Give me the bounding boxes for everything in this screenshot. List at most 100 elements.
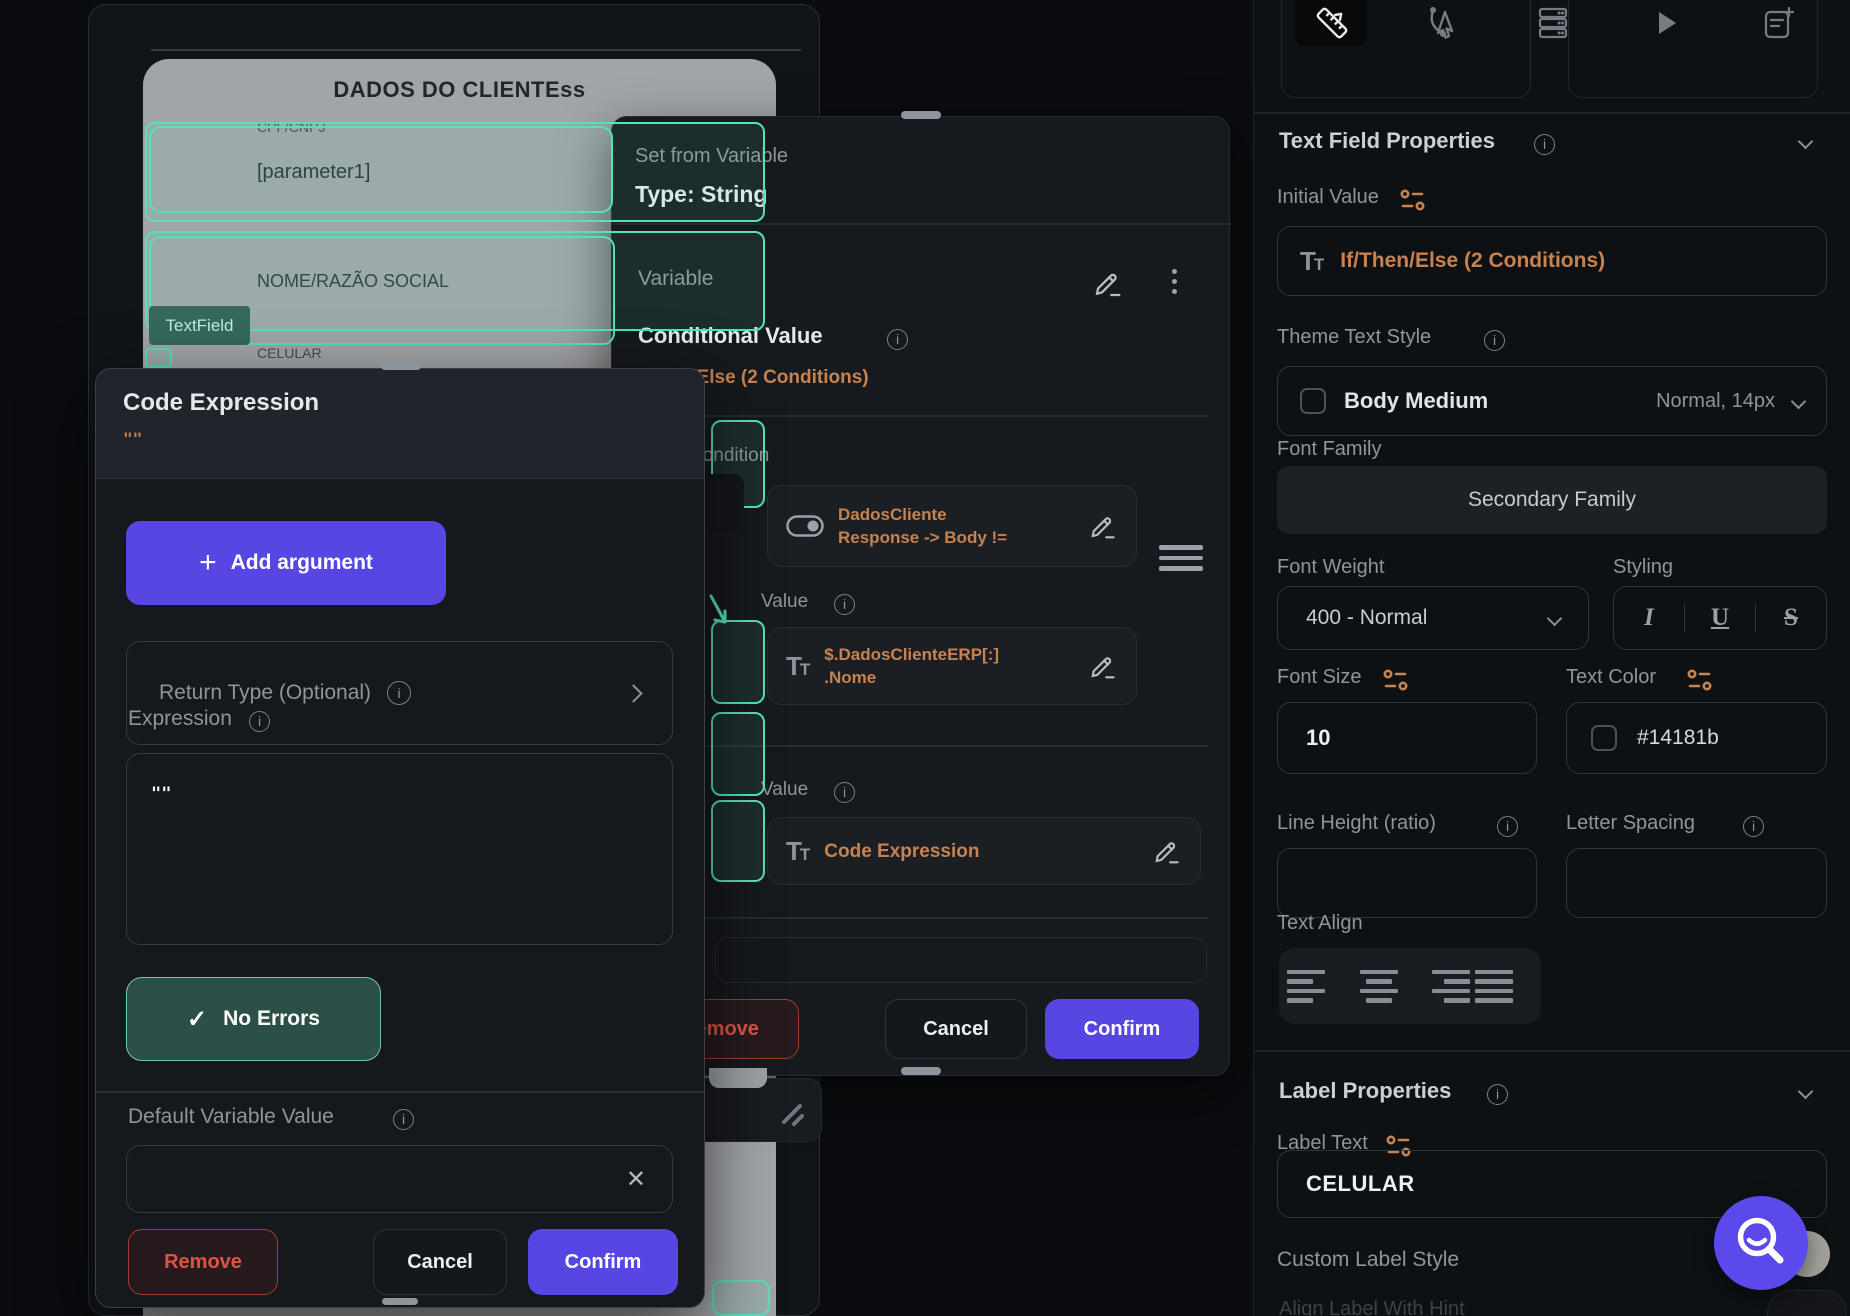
modal-divider: [96, 1091, 705, 1093]
resize-handle-icon[interactable]: [770, 1092, 814, 1141]
line-height-info-icon[interactable]: [1497, 816, 1518, 837]
edit-conditional-icon[interactable]: [1092, 267, 1124, 304]
selection-fragment-5: [711, 800, 765, 882]
font-family-button[interactable]: Secondary Family: [1277, 466, 1827, 534]
help-fab[interactable]: [1714, 1196, 1808, 1290]
text-color-checkbox[interactable]: [1591, 725, 1617, 751]
initial-value-label: Initial Value: [1277, 186, 1379, 209]
no-errors-badge: ✓ No Errors: [126, 977, 381, 1061]
popover-cancel-button[interactable]: Cancel: [885, 999, 1027, 1059]
modal-drag-handle[interactable]: [381, 362, 421, 370]
initial-value-text: If/Then/Else (2 Conditions): [1340, 249, 1605, 273]
more-options-icon[interactable]: [1172, 269, 1177, 274]
popover-divider-4: [701, 917, 1208, 919]
align-center-button[interactable]: [1350, 957, 1408, 1015]
value-chip-then[interactable]: TT $.DadosClienteERP[:] .Nome: [767, 627, 1137, 705]
popover-bottom-handle[interactable]: [901, 1067, 941, 1075]
backend-database-icon[interactable]: [1534, 4, 1572, 47]
font-weight-value: 400 - Normal: [1306, 606, 1427, 630]
toggle-type-icon: [786, 514, 824, 538]
font-size-variable-icon[interactable]: [1382, 668, 1410, 697]
value1-info-icon[interactable]: [834, 594, 855, 615]
modal-subtitle: "": [123, 429, 142, 448]
default-value-info-icon[interactable]: [393, 1109, 414, 1130]
underline-button[interactable]: U: [1685, 604, 1756, 632]
theme-text-style-checkbox[interactable]: [1300, 388, 1326, 414]
initial-value-field[interactable]: TT If/Then/Else (2 Conditions): [1277, 226, 1827, 296]
popover-divider-3: [701, 745, 1208, 747]
value-chip-else[interactable]: TT Code Expression: [767, 817, 1201, 885]
label-text-value: CELULAR: [1306, 1171, 1415, 1197]
expression-label: Expression: [128, 707, 232, 731]
selection-input-cpf[interactable]: [149, 126, 613, 213]
label-properties-title: Label Properties: [1279, 1078, 1451, 1104]
modal-bottom-handle[interactable]: [382, 1298, 418, 1305]
theme-text-style-detail: Normal, 14px: [1656, 390, 1775, 413]
align-justify-button[interactable]: [1475, 957, 1533, 1015]
canvas-form-fragment: [709, 1068, 767, 1088]
font-weight-select[interactable]: 400 - Normal: [1277, 586, 1589, 650]
add-argument-button[interactable]: + Add argument: [126, 521, 446, 605]
expression-textarea[interactable]: "": [126, 753, 673, 945]
align-left-button[interactable]: [1287, 957, 1345, 1015]
popover-confirm-button[interactable]: Confirm: [1045, 999, 1199, 1059]
font-weight-chevron-icon: [1547, 610, 1563, 626]
text-color-label: Text Color: [1566, 666, 1656, 689]
letter-spacing-info-icon[interactable]: [1743, 816, 1764, 837]
theme-text-style-label: Theme Text Style: [1277, 326, 1431, 349]
edit-condition-icon[interactable]: [1088, 511, 1118, 541]
selection-fragment-3: [711, 620, 765, 704]
font-size-input[interactable]: 10: [1277, 702, 1537, 774]
search-smile-icon: [1728, 1210, 1794, 1276]
sidebar-divider-top: [1254, 112, 1850, 114]
form-title: DADOS DO CLIENTEss: [143, 77, 776, 103]
modal-confirm-button[interactable]: Confirm: [528, 1229, 678, 1295]
styling-label: Styling: [1613, 556, 1673, 579]
reorder-condition-handle[interactable]: [1159, 545, 1203, 577]
theme-text-style-name: Body Medium: [1344, 388, 1488, 414]
letter-spacing-input[interactable]: [1566, 848, 1827, 918]
theme-text-style-field[interactable]: Body Medium Normal, 14px: [1277, 366, 1827, 436]
default-value-input[interactable]: ✕: [126, 1145, 673, 1213]
value1-label: Value: [761, 591, 808, 613]
letter-spacing-label: Letter Spacing: [1566, 812, 1695, 835]
value2-label: Value: [761, 779, 808, 801]
popover-drag-handle[interactable]: [901, 111, 941, 119]
strikethrough-button[interactable]: S: [1756, 604, 1826, 632]
modal-cancel-button[interactable]: Cancel: [373, 1229, 507, 1295]
value-chip-then-line2: .Nome: [824, 666, 1074, 689]
label-properties-info-icon[interactable]: [1487, 1084, 1508, 1105]
text-field-properties-info-icon[interactable]: [1534, 134, 1555, 155]
align-right-button[interactable]: [1412, 957, 1470, 1015]
label-properties-chevron-icon[interactable]: [1798, 1084, 1814, 1100]
collapsed-panel-right[interactable]: [1568, 0, 1818, 98]
text-align-label: Text Align: [1277, 912, 1363, 935]
text-color-variable-icon[interactable]: [1686, 668, 1714, 697]
text-align-group: [1279, 948, 1541, 1024]
collapsed-section[interactable]: [715, 937, 1207, 983]
value2-info-icon[interactable]: [834, 782, 855, 803]
initial-value-variable-icon[interactable]: [1399, 188, 1427, 217]
clear-input-icon[interactable]: ✕: [626, 1165, 646, 1194]
modal-remove-button[interactable]: Remove: [128, 1229, 278, 1295]
selection-fragment-6: [712, 1280, 770, 1316]
line-height-input[interactable]: [1277, 848, 1537, 918]
edit-value-then-icon[interactable]: [1088, 651, 1118, 681]
theme-text-style-info-icon[interactable]: [1484, 330, 1505, 351]
plus-icon: +: [199, 546, 217, 580]
expression-info-icon[interactable]: [249, 711, 270, 732]
align-label-hint-toggle[interactable]: [1767, 1290, 1847, 1316]
edit-value-else-icon[interactable]: [1152, 836, 1182, 866]
condition-chip[interactable]: DadosCliente Response -> Body !=: [767, 485, 1137, 567]
condition-chip-line2: Response -> Body !=: [838, 526, 1074, 549]
text-field-properties-chevron-icon[interactable]: [1798, 134, 1814, 150]
custom-label-style-label: Custom Label Style: [1277, 1248, 1459, 1272]
text-color-input[interactable]: #14181b: [1566, 702, 1827, 774]
theme-text-style-chevron-icon: [1791, 393, 1807, 409]
collapsed-panel-left[interactable]: [1281, 0, 1531, 98]
conditional-value-info-icon[interactable]: [887, 329, 908, 350]
italic-button[interactable]: I: [1614, 604, 1685, 632]
return-type-info-icon[interactable]: [387, 681, 411, 705]
default-value-label: Default Variable Value: [128, 1105, 334, 1129]
widget-type-badge[interactable]: TextField: [149, 306, 250, 345]
